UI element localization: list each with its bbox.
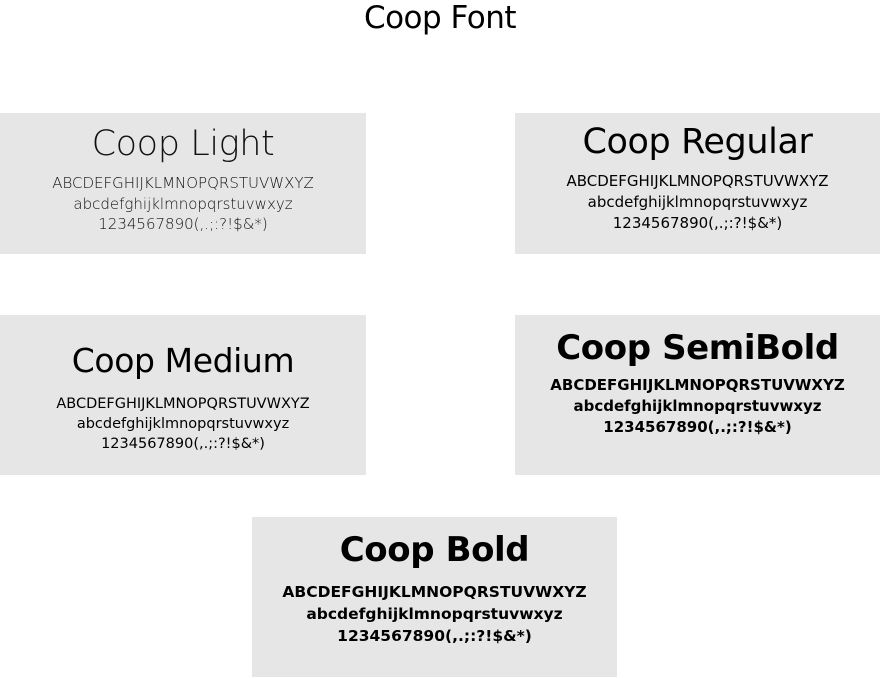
- font-card-title: Coop Light: [91, 124, 275, 164]
- font-card-title: Coop Bold: [339, 530, 530, 570]
- lowercase-sample: abcdefghijklmnopqrstuvwxyz: [573, 397, 822, 415]
- font-card-title: Coop Medium: [71, 341, 295, 380]
- font-card-semibold: Coop SemiBold ABCDEFGHIJKLMNOPQRSTUVWXYZ…: [515, 315, 880, 475]
- digits-sample: 1234567890(,.;:?!$&*): [101, 436, 265, 452]
- font-card-light: Coop Light ABCDEFGHIJKLMNOPQRSTUVWXYZ ab…: [0, 113, 366, 254]
- lowercase-sample: abcdefghijklmnopqrstuvwxyz: [73, 194, 293, 213]
- uppercase-sample: ABCDEFGHIJKLMNOPQRSTUVWXYZ: [282, 583, 587, 601]
- lowercase-sample: abcdefghijklmnopqrstuvwxyz: [76, 416, 290, 432]
- uppercase-sample: ABCDEFGHIJKLMNOPQRSTUVWXYZ: [566, 172, 829, 190]
- font-card-bold: Coop Bold ABCDEFGHIJKLMNOPQRSTUVWXYZ abc…: [252, 517, 617, 677]
- lowercase-sample: abcdefghijklmnopqrstuvwxyz: [587, 193, 808, 211]
- uppercase-sample: ABCDEFGHIJKLMNOPQRSTUVWXYZ: [550, 376, 845, 394]
- font-card-regular: Coop Regular ABCDEFGHIJKLMNOPQRSTUVWXYZ …: [515, 113, 880, 254]
- lowercase-sample: abcdefghijklmnopqrstuvwxyz: [306, 605, 563, 623]
- uppercase-sample: ABCDEFGHIJKLMNOPQRSTUVWXYZ: [52, 174, 314, 192]
- page-title: Coop Font: [363, 0, 517, 36]
- font-card-title: Coop SemiBold: [556, 328, 839, 368]
- font-card-medium: Coop Medium ABCDEFGHIJKLMNOPQRSTUVWXYZ a…: [0, 315, 366, 475]
- digits-sample: 1234567890(,.;:?!$&*): [612, 214, 783, 232]
- uppercase-sample: ABCDEFGHIJKLMNOPQRSTUVWXYZ: [56, 396, 310, 412]
- digits-sample: 1234567890(,.;:?!$&*): [337, 627, 532, 645]
- digits-sample: 1234567890(,.;:?!$&*): [98, 215, 268, 233]
- font-card-title: Coop Regular: [582, 122, 813, 162]
- digits-sample: 1234567890(,.;:?!$&*): [603, 418, 792, 436]
